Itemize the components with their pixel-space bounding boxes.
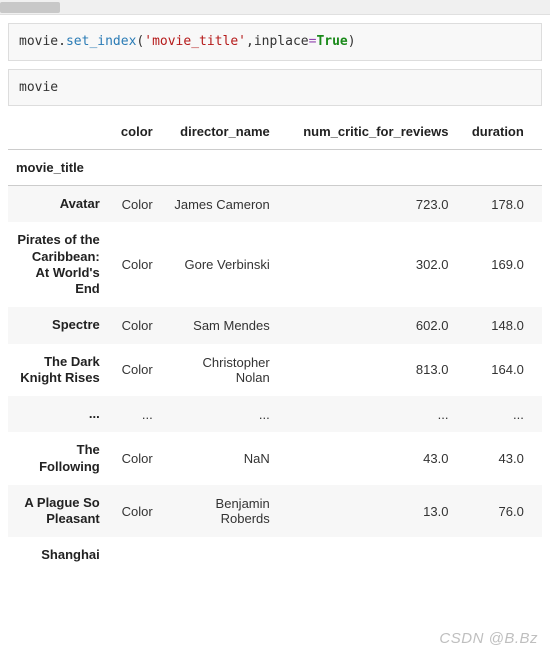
cell-color: ...: [108, 396, 161, 432]
cell-director: Christopher Nolan: [161, 344, 278, 397]
cell-duration: 43.0: [456, 432, 531, 485]
cell-color: Color: [108, 222, 161, 307]
table-row: A Plague So Pleasant Color Benjamin Robe…: [8, 485, 542, 538]
row-index: Pirates of the Caribbean: At World's End: [8, 222, 108, 307]
cell-director: [161, 537, 278, 573]
cell-critic: 302.0: [278, 222, 457, 307]
cell-director: ...: [161, 396, 278, 432]
cell-critic: 13.0: [278, 485, 457, 538]
table-row: Avatar Color James Cameron 723.0 178.0: [8, 186, 542, 223]
cell-duration: 148.0: [456, 307, 531, 343]
code-fn: set_index: [66, 34, 136, 49]
table-row: The Following Color NaN 43.0 43.0: [8, 432, 542, 485]
cell-director: Benjamin Roberds: [161, 485, 278, 538]
col-critic: num_critic_for_reviews: [278, 114, 457, 150]
cell-critic: 602.0: [278, 307, 457, 343]
horizontal-scrollbar[interactable]: [0, 0, 550, 15]
row-index: Spectre: [8, 307, 108, 343]
row-index: The Dark Knight Rises: [8, 344, 108, 397]
table-row: Pirates of the Caribbean: At World's End…: [8, 222, 542, 307]
cell-color: [108, 537, 161, 573]
cell-duration: 164.0: [456, 344, 531, 397]
row-index: Shanghai: [8, 537, 108, 573]
col-color: color: [108, 114, 161, 150]
row-index: ...: [8, 396, 108, 432]
code-kw: True: [316, 34, 347, 49]
index-label-row: movie_title: [8, 150, 542, 186]
header-row: color director_name num_critic_for_revie…: [8, 114, 542, 150]
cell-color: Color: [108, 307, 161, 343]
cell-color: Color: [108, 186, 161, 223]
row-index: A Plague So Pleasant: [8, 485, 108, 538]
cell-duration: ...: [456, 396, 531, 432]
watermark-text: CSDN @B.Bz: [439, 630, 538, 647]
cell-director: Gore Verbinski: [161, 222, 278, 307]
table-row: Spectre Color Sam Mendes 602.0 148.0: [8, 307, 542, 343]
cell-critic: 723.0: [278, 186, 457, 223]
code-cell-1[interactable]: movie.set_index('movie_title',inplace=Tr…: [8, 23, 542, 61]
header-blank: [8, 114, 108, 150]
code-close: ): [348, 34, 356, 49]
cell-critic: ...: [278, 396, 457, 432]
col-dir: dir: [532, 114, 542, 150]
table-row: Shanghai: [8, 537, 542, 573]
code-arg: 'movie_title': [144, 34, 246, 49]
code-cell-2[interactable]: movie: [8, 69, 542, 107]
table-row-ellipsis: ... ... ... ... ... ...: [8, 396, 542, 432]
code-text-2: movie: [19, 80, 58, 95]
cell-duration: [456, 537, 531, 573]
index-label: movie_title: [8, 150, 108, 186]
cell-duration: 169.0: [456, 222, 531, 307]
code-comma: ,inplace: [246, 34, 309, 49]
cell-critic: 43.0: [278, 432, 457, 485]
cell-duration: 76.0: [456, 485, 531, 538]
dataframe-table: color director_name num_critic_for_revie…: [8, 114, 542, 574]
cell-color: Color: [108, 432, 161, 485]
code-text: movie.: [19, 34, 66, 49]
row-index: Avatar: [8, 186, 108, 223]
cell-color: Color: [108, 344, 161, 397]
cell-director: NaN: [161, 432, 278, 485]
row-index: The Following: [8, 432, 108, 485]
cell-color: Color: [108, 485, 161, 538]
dataframe-output: color director_name num_critic_for_revie…: [8, 114, 542, 574]
cell-critic: [278, 537, 457, 573]
col-director: director_name: [161, 114, 278, 150]
cell-critic: 813.0: [278, 344, 457, 397]
table-row: The Dark Knight Rises Color Christopher …: [8, 344, 542, 397]
scroll-thumb[interactable]: [0, 2, 60, 13]
cell-duration: 178.0: [456, 186, 531, 223]
col-duration: duration: [456, 114, 531, 150]
cell-director: Sam Mendes: [161, 307, 278, 343]
cell-director: James Cameron: [161, 186, 278, 223]
